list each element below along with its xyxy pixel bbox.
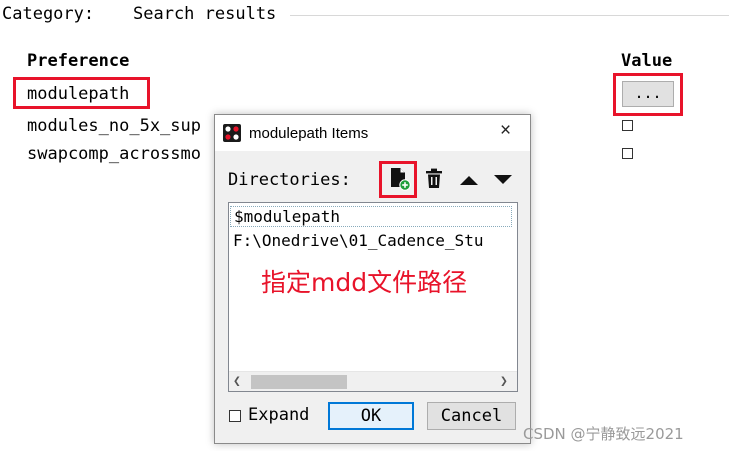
watermark-text: CSDN @宁静致远2021: [523, 425, 684, 443]
list-item[interactable]: F:\Onedrive\01_Cadence_Stu: [233, 231, 483, 250]
scroll-left-icon[interactable]: ❮: [233, 374, 241, 389]
value-column-header: Value: [621, 51, 673, 71]
directories-label: Directories:: [228, 170, 351, 190]
close-icon[interactable]: ×: [500, 120, 511, 142]
preference-name-swapcomp[interactable]: swapcomp_acrossmo: [27, 144, 201, 164]
dialog-titlebar[interactable]: modulepath Items ×: [215, 115, 530, 151]
modulepath-value-button[interactable]: ...: [622, 81, 674, 107]
move-down-icon[interactable]: [492, 167, 514, 191]
scroll-thumb[interactable]: [251, 375, 347, 389]
move-up-icon[interactable]: [458, 167, 480, 191]
modulepath-items-dialog: modulepath Items × Directories: $modulep…: [214, 114, 531, 444]
delete-icon[interactable]: [423, 167, 445, 191]
ok-button[interactable]: OK: [328, 402, 414, 430]
annotation-text: 指定mdd文件路径: [261, 268, 468, 297]
expand-label[interactable]: Expand: [248, 405, 309, 425]
preference-name-modules-no-5x[interactable]: modules_no_5x_sup: [27, 116, 201, 136]
category-label: Category:: [2, 4, 95, 24]
expand-checkbox[interactable]: [229, 410, 241, 422]
directories-list[interactable]: $modulepath F:\Onedrive\01_Cadence_Stu 指…: [228, 202, 518, 392]
category-value: Search results: [133, 4, 277, 24]
scroll-right-icon[interactable]: ❯: [500, 374, 508, 389]
cancel-button[interactable]: Cancel: [427, 402, 516, 430]
modules-no-5x-checkbox[interactable]: [622, 120, 633, 131]
preference-column-header: Preference: [27, 51, 130, 71]
dialog-title: modulepath Items: [249, 125, 369, 142]
swapcomp-checkbox[interactable]: [622, 148, 633, 159]
preference-name-modulepath[interactable]: modulepath: [27, 84, 129, 104]
horizontal-scrollbar[interactable]: ❮ ❯: [229, 371, 517, 391]
app-icon: [223, 124, 241, 142]
list-item[interactable]: $modulepath: [230, 206, 512, 227]
divider: [290, 15, 729, 16]
add-directory-icon[interactable]: [389, 167, 411, 191]
